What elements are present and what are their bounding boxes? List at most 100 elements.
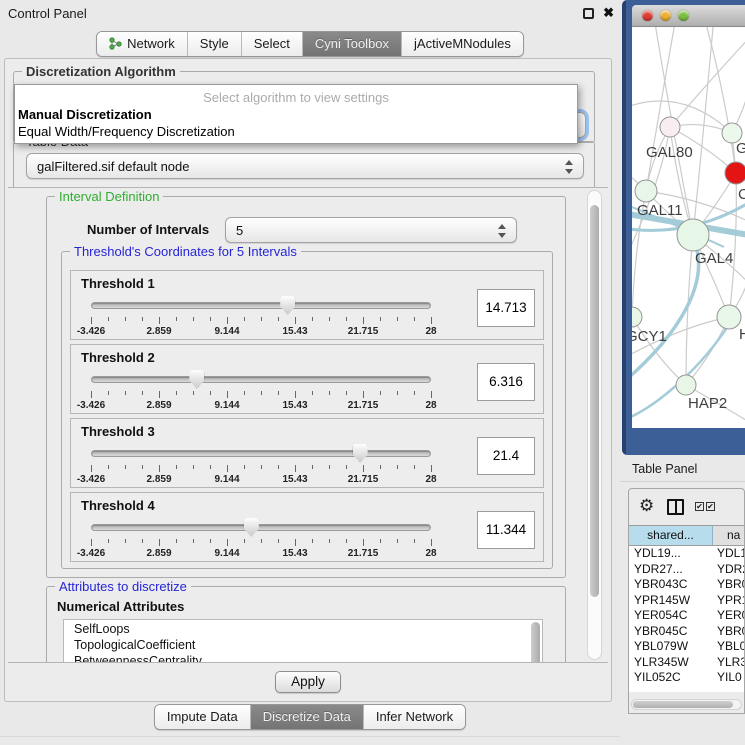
select-columns-icon[interactable]: ✔ ✔ — [695, 502, 715, 511]
close-icon[interactable]: ✖ — [603, 5, 614, 21]
slider-track[interactable] — [91, 524, 431, 531]
cell-name[interactable]: YER0 — [713, 608, 744, 624]
minimize-traffic-light-icon[interactable] — [660, 10, 671, 21]
red-node[interactable] — [725, 162, 745, 184]
slider-thumb[interactable] — [353, 444, 368, 463]
slider-thumb[interactable] — [189, 370, 204, 389]
table-row[interactable]: YPR145WYPR1 — [629, 593, 744, 609]
network-canvas[interactable]: GAL80G.CGAL11GAL4GCY1HHAP2 — [632, 27, 745, 428]
settings-gear-icon[interactable]: ⚙ — [639, 496, 654, 516]
cell-shared-name[interactable]: YDL19... — [629, 546, 713, 562]
cell-shared-name[interactable]: YPR145W — [629, 593, 713, 609]
column-header-shared-name[interactable]: shared... — [629, 526, 713, 545]
cell-shared-name[interactable]: YDR27... — [629, 562, 713, 578]
tab-discretize-data[interactable]: Discretize Data — [250, 705, 363, 729]
slider-thumb[interactable] — [244, 518, 259, 537]
HAP2-node[interactable] — [676, 375, 696, 395]
cell-name[interactable]: YBR0 — [713, 624, 744, 640]
H-node[interactable] — [717, 305, 741, 329]
cell-name[interactable]: YDL1 — [713, 546, 744, 562]
divider — [0, 736, 620, 737]
cell-name[interactable]: YDR2 — [713, 562, 744, 578]
threshold-2-slider[interactable]: -3.4262.8599.14415.4321.71528 — [91, 369, 431, 411]
scrollbar-thumb[interactable] — [590, 205, 599, 597]
slider-thumb[interactable] — [280, 296, 295, 315]
column-split-icon[interactable] — [667, 499, 684, 515]
table-data-combobox[interactable]: galFiltered.sif default node — [26, 153, 584, 179]
algorithm-dropdown-popup: Select algorithm to view settings Manual… — [14, 84, 578, 144]
tab-style[interactable]: Style — [187, 32, 241, 56]
scrollbar-thumb[interactable] — [633, 701, 733, 708]
column-header-name[interactable]: na — [713, 526, 744, 545]
GCY1-node[interactable] — [632, 307, 642, 327]
zoom-traffic-light-icon[interactable] — [678, 10, 689, 21]
table-row[interactable]: YBL079WYBL0 — [629, 639, 744, 655]
apply-button[interactable]: Apply — [275, 671, 341, 693]
cell-shared-name[interactable]: YBR045C — [629, 624, 713, 640]
table-row[interactable]: YER054CYER0 — [629, 608, 744, 624]
cell-shared-name[interactable]: YER054C — [629, 608, 713, 624]
slider-track[interactable] — [91, 376, 431, 383]
table-row[interactable]: YDL19...YDL1 — [629, 546, 744, 562]
numerical-attributes-label: Numerical Attributes — [57, 599, 184, 614]
network-edge-highlighted[interactable] — [632, 241, 699, 383]
threshold-3-slider[interactable]: -3.4262.8599.14415.4321.71528 — [91, 443, 431, 485]
node-label: GAL11 — [637, 202, 683, 219]
numerical-attributes-list[interactable]: SelfLoopsTopologicalCoefficientBetweenne… — [63, 619, 543, 663]
horizontal-scrollbar[interactable] — [631, 699, 742, 710]
tab-select[interactable]: Select — [241, 32, 302, 56]
cell-shared-name[interactable]: YIL052C — [629, 670, 713, 686]
algorithm-hint-item[interactable]: Select algorithm to view settings — [15, 90, 577, 105]
tab-infer-network[interactable]: Infer Network — [363, 705, 465, 729]
threshold-1-value-field[interactable]: 14.713 — [477, 289, 535, 327]
network-edge[interactable] — [729, 173, 736, 317]
table-data-group: Table Data galFiltered.sif default node — [13, 141, 595, 189]
node-label: GCY1 — [632, 328, 667, 345]
close-traffic-light-icon[interactable] — [642, 10, 653, 21]
tab-impute-data[interactable]: Impute Data — [155, 705, 250, 729]
GAL80-node[interactable] — [660, 117, 680, 137]
algorithm-option-manual[interactable]: Manual Discretization — [18, 107, 152, 122]
threshold-1-slider[interactable]: -3.4262.8599.14415.4321.71528 — [91, 295, 431, 337]
attribute-list-item[interactable]: BetweennessCentrality — [64, 652, 542, 663]
float-window-icon[interactable] — [583, 8, 594, 19]
table-row[interactable]: YBR043CYBR0 — [629, 577, 744, 593]
network-icon — [109, 37, 122, 50]
cell-shared-name[interactable]: YLR345W — [629, 655, 713, 671]
slider-track[interactable] — [91, 302, 431, 309]
tab-network[interactable]: Network — [97, 32, 187, 56]
table-row[interactable]: YLR345WYLR3 — [629, 655, 744, 671]
attribute-list-item[interactable]: TopologicalCoefficient — [64, 636, 542, 652]
cell-shared-name[interactable]: YBL079W — [629, 639, 713, 655]
threshold-4-panel: Threshold 4 -3.4262.8599.14415.4321.7152… — [70, 492, 544, 562]
cell-name[interactable]: YBR0 — [713, 577, 744, 593]
attribute-list-item[interactable]: SelfLoops — [64, 620, 542, 636]
tick-label: 21.715 — [348, 326, 379, 337]
tab-cyni-toolbox[interactable]: Cyni Toolbox — [302, 32, 401, 56]
threshold-4-value-field[interactable]: 11.344 — [477, 511, 535, 549]
table-row[interactable]: YIL052CYIL0 — [629, 670, 744, 686]
panel-title: Control Panel — [8, 6, 87, 21]
cell-name[interactable]: YLR3 — [713, 655, 744, 671]
tick-label: 21.715 — [348, 400, 379, 411]
threshold-4-label: Threshold 4 — [81, 498, 155, 513]
slider-track[interactable] — [91, 450, 431, 457]
threshold-3-value-field[interactable]: 21.4 — [477, 437, 535, 475]
cell-name[interactable]: YPR1 — [713, 593, 744, 609]
threshold-4-slider[interactable]: -3.4262.8599.14415.4321.71528 — [91, 517, 431, 559]
attributes-list-scrollbar[interactable] — [531, 622, 540, 663]
threshold-2-value-field[interactable]: 6.316 — [477, 363, 535, 401]
tab-jactivemnodules[interactable]: jActiveMNodules — [401, 32, 523, 56]
cell-name[interactable]: YBL0 — [713, 639, 744, 655]
algorithm-option-equal-width[interactable]: Equal Width/Frequency Discretization — [18, 124, 235, 139]
threshold-2-label: Threshold 2 — [81, 350, 155, 365]
table-row[interactable]: YBR045CYBR0 — [629, 624, 744, 640]
vertical-scrollbar[interactable] — [587, 190, 602, 660]
number-of-intervals-combobox[interactable]: 5 — [225, 217, 517, 243]
table-row[interactable]: YDR27...YDR2 — [629, 562, 744, 578]
cyni-toolbox-panel: Discretization Algorithm Table Data galF… — [4, 58, 612, 702]
GAL4-node[interactable] — [677, 219, 709, 251]
cell-name[interactable]: YIL0 — [713, 670, 744, 686]
cell-shared-name[interactable]: YBR043C — [629, 577, 713, 593]
GAL11-node[interactable] — [635, 180, 657, 202]
